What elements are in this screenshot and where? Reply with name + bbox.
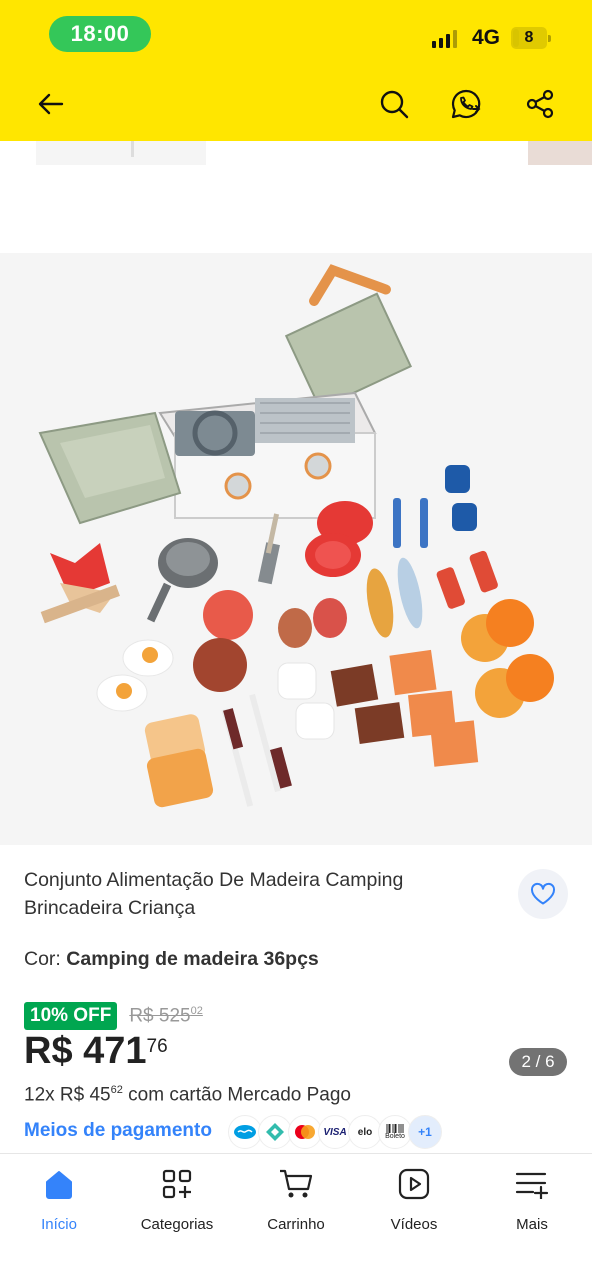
bottom-navigation: Início Categorias Carrinho Vídeos Mais [0,1153,592,1280]
image-counter: 2 / 6 [509,1048,567,1076]
signal-icon [432,30,457,48]
video-icon [396,1166,432,1202]
visa-icon: VISA [318,1115,352,1149]
search-icon[interactable] [376,86,412,122]
color-value: Camping de madeira 36pçs [66,948,319,970]
product-photo [38,264,554,808]
nav-mais[interactable]: Mais [473,1166,591,1233]
cart-icon [278,1166,314,1202]
product-image-carousel[interactable]: 2 / 6 [0,253,592,1076]
battery-level [513,29,519,47]
color-variant: Cor: Camping de madeira 36pçs [24,948,319,971]
share-icon[interactable] [522,86,558,122]
network-type: 4G [472,26,501,49]
home-icon [41,1166,77,1202]
old-price: R$ 52502 [129,1005,203,1027]
nav-label: Categorias [140,1216,214,1233]
more-payments-badge[interactable]: +1 [408,1115,442,1149]
installments-cents: 62 [110,1084,123,1096]
nav-inicio[interactable]: Início [0,1166,118,1233]
boleto-icon: Boleto [378,1115,412,1149]
categories-icon [159,1166,195,1202]
nav-carrinho[interactable]: Carrinho [237,1166,355,1233]
price-cents: 76 [146,1036,168,1057]
mastercard-icon [288,1115,322,1149]
installments-prefix: 12x R$ 45 [24,1084,111,1106]
discount-row: 10% OFF R$ 52502 [24,1002,203,1030]
battery-icon: 8 [511,27,551,49]
price-main: R$ 471 [24,1030,147,1072]
heart-icon [531,882,555,905]
pix-icon [258,1115,292,1149]
battery-level-text: 8 [524,29,534,46]
old-price-main: R$ 525 [129,1005,191,1027]
mercado-pago-icon [228,1115,262,1149]
color-label: Cor: [24,948,61,970]
payment-methods-link[interactable]: Meios de pagamento [24,1120,212,1142]
back-arrow-icon[interactable] [33,86,69,122]
nav-label: Vídeos [390,1216,438,1233]
old-price-cents: 02 [190,1004,203,1017]
product-title: Conjunto Alimentação De Madeira Camping … [24,869,404,919]
discount-badge: 10% OFF [24,1002,118,1030]
more-menu-icon [514,1166,550,1202]
nav-label: Início [41,1216,77,1233]
installments-text: 12x R$ 4562 com cartão Mercado Pago [24,1084,351,1106]
nav-videos[interactable]: Vídeos [355,1166,473,1233]
app-header: 18:00 4G 8 [0,0,592,141]
nav-label: Mais [516,1216,548,1233]
nav-categorias[interactable]: Categorias [118,1166,236,1233]
previous-image-fragment-right [528,141,592,165]
boleto-label: Boleto [385,1133,405,1140]
current-price: R$ 47176 [24,1030,168,1073]
previous-image-fragment [36,141,206,165]
status-time: 18:00 [49,16,151,52]
payment-icons[interactable]: VISA elo Boleto +1 [228,1115,442,1149]
elo-icon: elo [348,1115,382,1149]
installments-suffix: com cartão Mercado Pago [122,1084,351,1106]
whatsapp-share-icon[interactable] [448,86,484,122]
nav-label: Carrinho [267,1216,325,1233]
favorite-button[interactable] [518,869,568,919]
